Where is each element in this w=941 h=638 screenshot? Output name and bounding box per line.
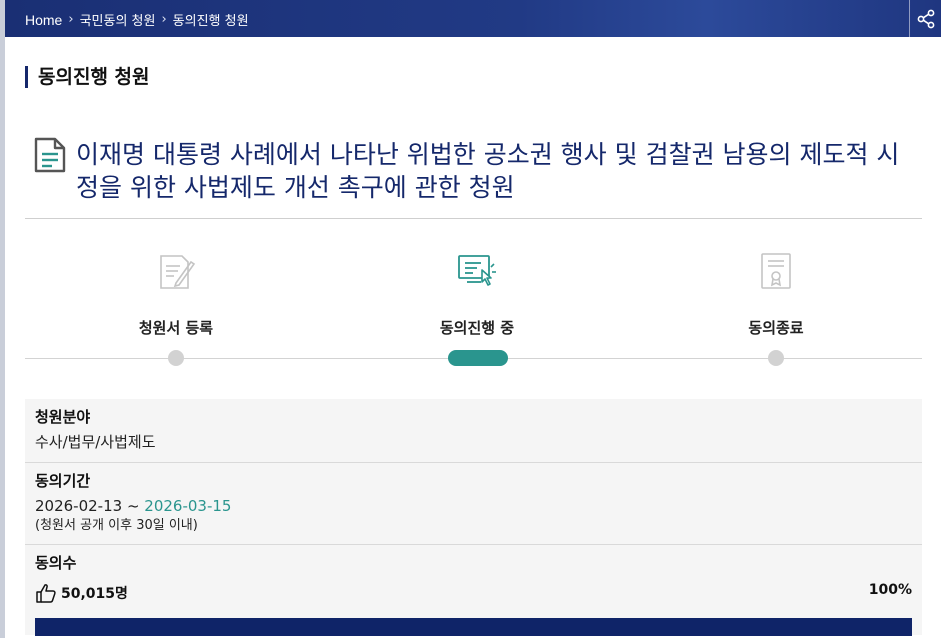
step-label: 청원서 등록 [138, 319, 214, 337]
petition-info-panel: 청원분야 수사/법무/사법제도 동의기간 2026-02-13 ~ 2026-0… [25, 399, 922, 636]
breadcrumb-home[interactable]: Home [25, 12, 62, 28]
info-row-period: 동의기간 2026-02-13 ~ 2026-03-15 (청원서 공개 이후 … [25, 463, 922, 545]
period-value: 2026-02-13 ~ 2026-03-15 [35, 495, 912, 517]
step-label: 동의진행 중 [439, 319, 515, 337]
monitor-click-icon [458, 255, 496, 286]
breadcrumb-ongoing-petition[interactable]: 동의진행 청원 [173, 10, 249, 29]
period-label: 동의기간 [35, 472, 91, 490]
count-label: 동의수 [35, 554, 77, 572]
count-line: 50,015명 [35, 582, 128, 604]
share-icon [917, 9, 934, 28]
top-navigation-bar: Home › 국민동의 청원 › 동의진행 청원 [5, 0, 941, 37]
period-note: (청원서 공개 이후 30일 이내) [35, 518, 198, 533]
count-value: 50,015명 [61, 586, 128, 602]
document-pen-icon [160, 255, 196, 289]
period-separator: ~ [122, 497, 145, 515]
period-start: 2026-02-13 [35, 497, 123, 515]
step-indicator-closed [768, 350, 784, 366]
certificate-icon [761, 253, 791, 289]
page-left-edge [0, 0, 5, 638]
breadcrumb: Home › 국민동의 청원 › 동의진행 청원 [25, 10, 249, 30]
info-row-agreement-count: 동의수 50,015명 100% [25, 545, 922, 636]
progress-bar [35, 618, 912, 636]
breadcrumb-separator: › [68, 12, 74, 27]
category-label: 청원분야 [35, 408, 91, 426]
document-icon [34, 137, 66, 173]
thumbs-up-icon [36, 584, 56, 603]
share-button[interactable] [909, 0, 941, 37]
petition-title: 이재명 대통령 사례에서 나타난 위법한 공소권 행사 및 검찰권 남용의 제도… [76, 140, 900, 202]
step-indicator-active [448, 350, 508, 366]
breadcrumb-national-petition[interactable]: 국민동의 청원 [80, 10, 156, 29]
info-row-category: 청원분야 수사/법무/사법제도 [25, 399, 922, 463]
breadcrumb-separator: › [161, 12, 167, 27]
category-value: 수사/법무/사법제도 [35, 433, 156, 451]
period-end: 2026-03-15 [144, 497, 232, 515]
step-indicator-registration [168, 350, 184, 366]
step-label: 동의종료 [748, 319, 804, 337]
progress-bar-fill [35, 618, 912, 636]
divider [25, 218, 922, 219]
page-title: 동의진행 청원 [25, 66, 150, 88]
progress-percent: 100% [868, 582, 912, 598]
